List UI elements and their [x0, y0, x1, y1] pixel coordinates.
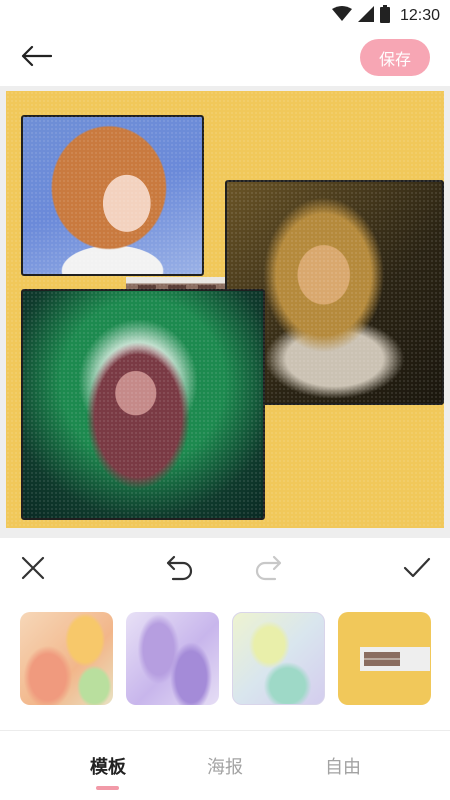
- save-button[interactable]: 保存: [360, 39, 430, 76]
- status-bar: 12:30: [0, 0, 450, 30]
- collage-canvas[interactable]: [6, 91, 444, 528]
- status-icons: 12:30: [331, 5, 440, 27]
- cancel-button[interactable]: [18, 555, 48, 585]
- confirm-button[interactable]: [402, 555, 432, 585]
- template-watercolor-orange[interactable]: [20, 612, 113, 705]
- battery-icon: [379, 5, 390, 27]
- template-yellow-collage[interactable]: [338, 612, 431, 705]
- redo-button[interactable]: [254, 555, 284, 585]
- template-thumbnail-strip: [360, 647, 430, 671]
- photo-portrait-1[interactable]: [21, 115, 204, 276]
- canvas-area: [0, 86, 450, 538]
- arrow-left-icon: [20, 45, 53, 71]
- tab-template[interactable]: 模板: [68, 753, 148, 779]
- app-bar: 保存: [0, 30, 450, 86]
- close-icon: [20, 555, 46, 585]
- undo-button[interactable]: [164, 555, 194, 585]
- status-time: 12:30: [399, 7, 440, 24]
- undo-icon: [164, 555, 194, 585]
- photo-portrait-3[interactable]: [21, 289, 265, 520]
- redo-icon: [254, 555, 284, 585]
- tab-free[interactable]: 自由: [303, 753, 383, 779]
- template-list: [0, 612, 450, 706]
- cellular-signal-icon: [357, 6, 374, 26]
- bottom-tabs: 模板 海报 自由: [0, 731, 450, 800]
- check-icon: [403, 556, 431, 584]
- edit-toolbar: [0, 545, 450, 597]
- template-watercolor-pastel[interactable]: [232, 612, 325, 705]
- active-tab-indicator: [96, 786, 119, 790]
- back-button[interactable]: [20, 42, 60, 74]
- wifi-icon: [331, 6, 352, 26]
- tab-poster[interactable]: 海报: [185, 753, 265, 779]
- template-watercolor-purple[interactable]: [126, 612, 219, 705]
